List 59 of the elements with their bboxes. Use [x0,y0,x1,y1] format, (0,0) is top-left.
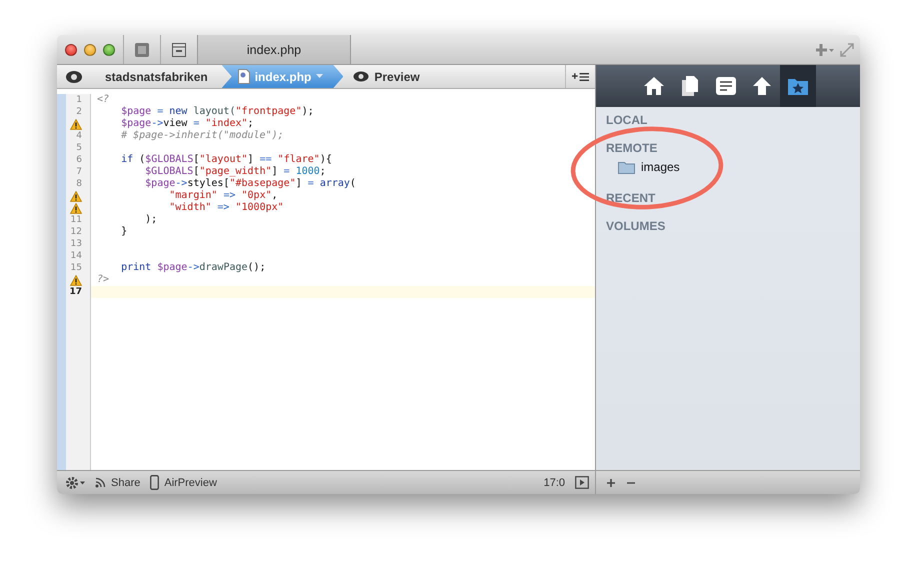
line-number: 13 [70,239,82,249]
phone-icon [150,475,160,490]
php-file-icon [238,69,250,84]
line-number: 11 [70,215,82,225]
code-line: $GLOBALS["page_width"] = 1000; [144,166,326,178]
line-number: 12 [70,227,82,237]
add-list-icon [572,72,589,82]
line-number: 17 [69,287,82,297]
line-number: 4 [76,131,82,141]
zoom-button[interactable] [103,44,115,56]
airpreview-button[interactable]: AirPreview [150,475,217,490]
warning-icon[interactable] [70,190,82,202]
code-line: <? [97,94,110,106]
code-line: $page->styles["#basepage"] = array( [144,178,356,190]
code-line: ); [144,214,158,226]
documents-icon[interactable] [681,75,699,97]
warning-icon[interactable] [70,118,82,130]
minimize-button[interactable] [84,44,96,56]
gear-icon[interactable] [65,476,85,490]
line-number: 14 [70,251,82,261]
code-line: } [120,226,128,238]
caret-icon [316,74,324,79]
eye-icon [353,71,370,82]
line-number: 1 [76,95,82,105]
line-number: 6 [76,155,82,165]
warning-icon[interactable] [70,274,82,286]
line-number: 15 [70,263,82,273]
code-line: $page->view = "index"; [120,118,254,130]
code-line: print $page->drawPage(); [120,262,266,274]
line-number: 2 [76,107,82,117]
upload-arrow-icon[interactable] [752,76,772,96]
title-tab[interactable]: index.php [197,35,351,64]
line-number: 7 [76,167,82,177]
add-icon[interactable] [606,478,616,488]
code-line: "margin" => "0px", [168,190,278,202]
breadcrumb-item[interactable]: stadsnatsfabriken [95,65,222,88]
code-line: "width" => "1000px" [168,202,284,214]
square-icon [134,42,150,58]
code-line: if ($GLOBALS["layout"] == "flare"){ [120,154,332,166]
add-menu-icon[interactable] [816,42,834,56]
line-number: 8 [76,179,82,189]
cursor-position: 17:0 [544,476,565,488]
rss-icon [95,477,106,488]
note-icon[interactable] [716,77,736,95]
drawer-icon [171,42,187,58]
warning-icon[interactable] [70,202,82,214]
share-button[interactable]: Share [95,476,140,488]
code-line: ?> [97,274,110,286]
folder-item[interactable]: images [606,159,850,175]
line-number: 5 [76,143,82,153]
home-icon[interactable] [643,76,665,96]
folder-icon [618,160,635,174]
star-folder-icon[interactable] [787,76,809,96]
code-line: # $page->inherit("module"); [120,130,284,142]
play-icon[interactable] [575,476,589,489]
eye-icon[interactable] [65,70,83,84]
code-line: $page = new layout("frontpage"); [120,106,314,118]
close-button[interactable] [65,44,77,56]
breadcrumb-item[interactable]: Preview [343,65,434,88]
